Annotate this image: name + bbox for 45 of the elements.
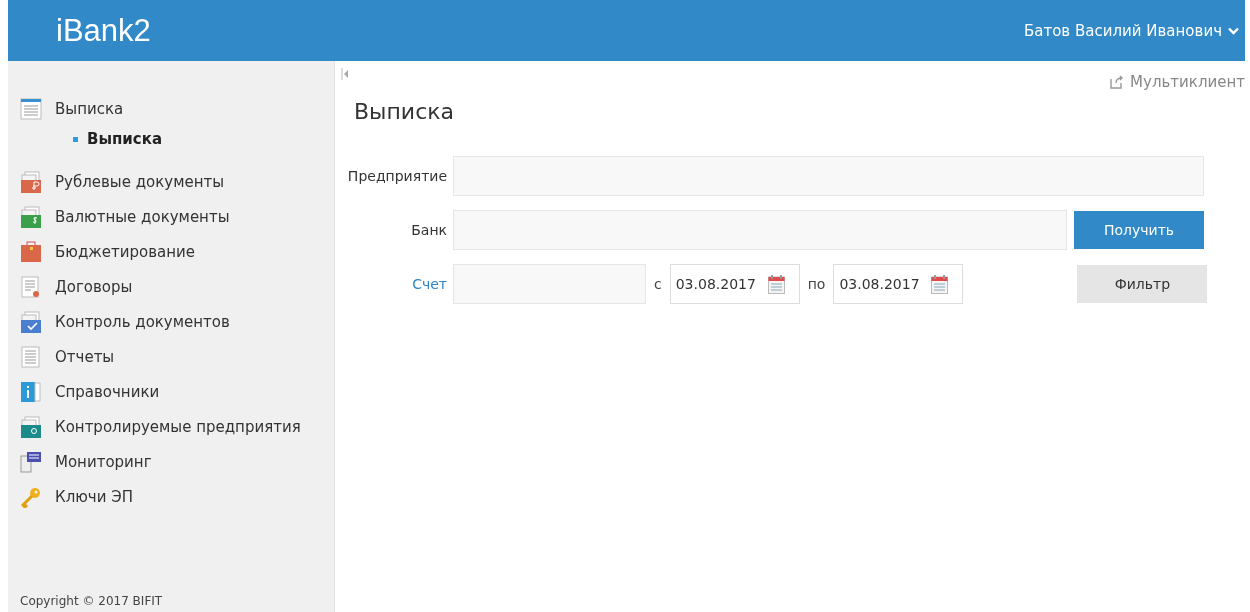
search-folder-icon: [20, 415, 42, 438]
document-seal-icon: [20, 275, 42, 298]
sidebar-item[interactable]: Выписка: [20, 91, 334, 126]
logo: iBank2: [56, 12, 151, 49]
field-label: Банк: [410, 222, 448, 238]
calendar-icon[interactable]: [767, 274, 785, 294]
account-link[interactable]: Счет: [341, 276, 453, 292]
sidebar-item[interactable]: Контроль документов: [20, 304, 334, 339]
collapse-icon[interactable]: [341, 67, 349, 81]
checked-folder-icon: [20, 310, 42, 333]
dollar-folder-icon: [20, 205, 42, 228]
user-menu[interactable]: Батов Василий Иванович: [1023, 21, 1239, 40]
multiclient-link[interactable]: Мультиклиент: [1110, 73, 1245, 91]
copyright: Copyright © 2017 BIFIT: [20, 594, 164, 608]
date-field[interactable]: 03.08.2017: [833, 264, 964, 304]
sidebar-item[interactable]: Договоры: [20, 269, 334, 304]
export-icon: [1110, 75, 1125, 89]
chevron-down-icon: [1228, 26, 1239, 35]
field-label: по: [807, 276, 826, 292]
phone-message-icon: [20, 450, 42, 473]
key-icon: [20, 485, 42, 508]
date-field[interactable]: 03.08.2017: [669, 264, 800, 304]
sidebar-item[interactable]: Бюджетирование: [20, 234, 334, 269]
filter-button[interactable]: Фильтр: [1077, 265, 1208, 303]
field-label: с: [654, 276, 662, 292]
bank-field[interactable]: [453, 210, 1067, 250]
get-button[interactable]: Получить: [1074, 211, 1204, 249]
document-list-icon: [20, 97, 42, 120]
sidebar-item[interactable]: Контролируемые предприятия: [20, 409, 334, 444]
ruble-folder-icon: [20, 170, 42, 193]
account-field[interactable]: [453, 264, 646, 304]
sidebar-item[interactable]: Рублевые документы: [20, 164, 334, 199]
field-label: Предприятие: [346, 168, 448, 184]
sidebar-item[interactable]: Справочники: [20, 374, 334, 409]
sidebar-item[interactable]: Отчеты: [20, 339, 334, 374]
info-book-icon: [20, 380, 42, 403]
sidebar-item[interactable]: Валютные документы: [20, 199, 334, 234]
sidebar-subitem[interactable]: Выписка: [73, 126, 334, 152]
company-field[interactable]: [453, 156, 1204, 196]
page-title: Выписка: [354, 99, 455, 124]
sidebar-item[interactable]: Мониторинг: [20, 444, 334, 479]
calendar-icon[interactable]: [931, 274, 949, 294]
document-list-icon: [20, 345, 42, 368]
briefcase-icon: [20, 240, 42, 263]
sidebar-item[interactable]: Ключи ЭП: [20, 479, 334, 514]
